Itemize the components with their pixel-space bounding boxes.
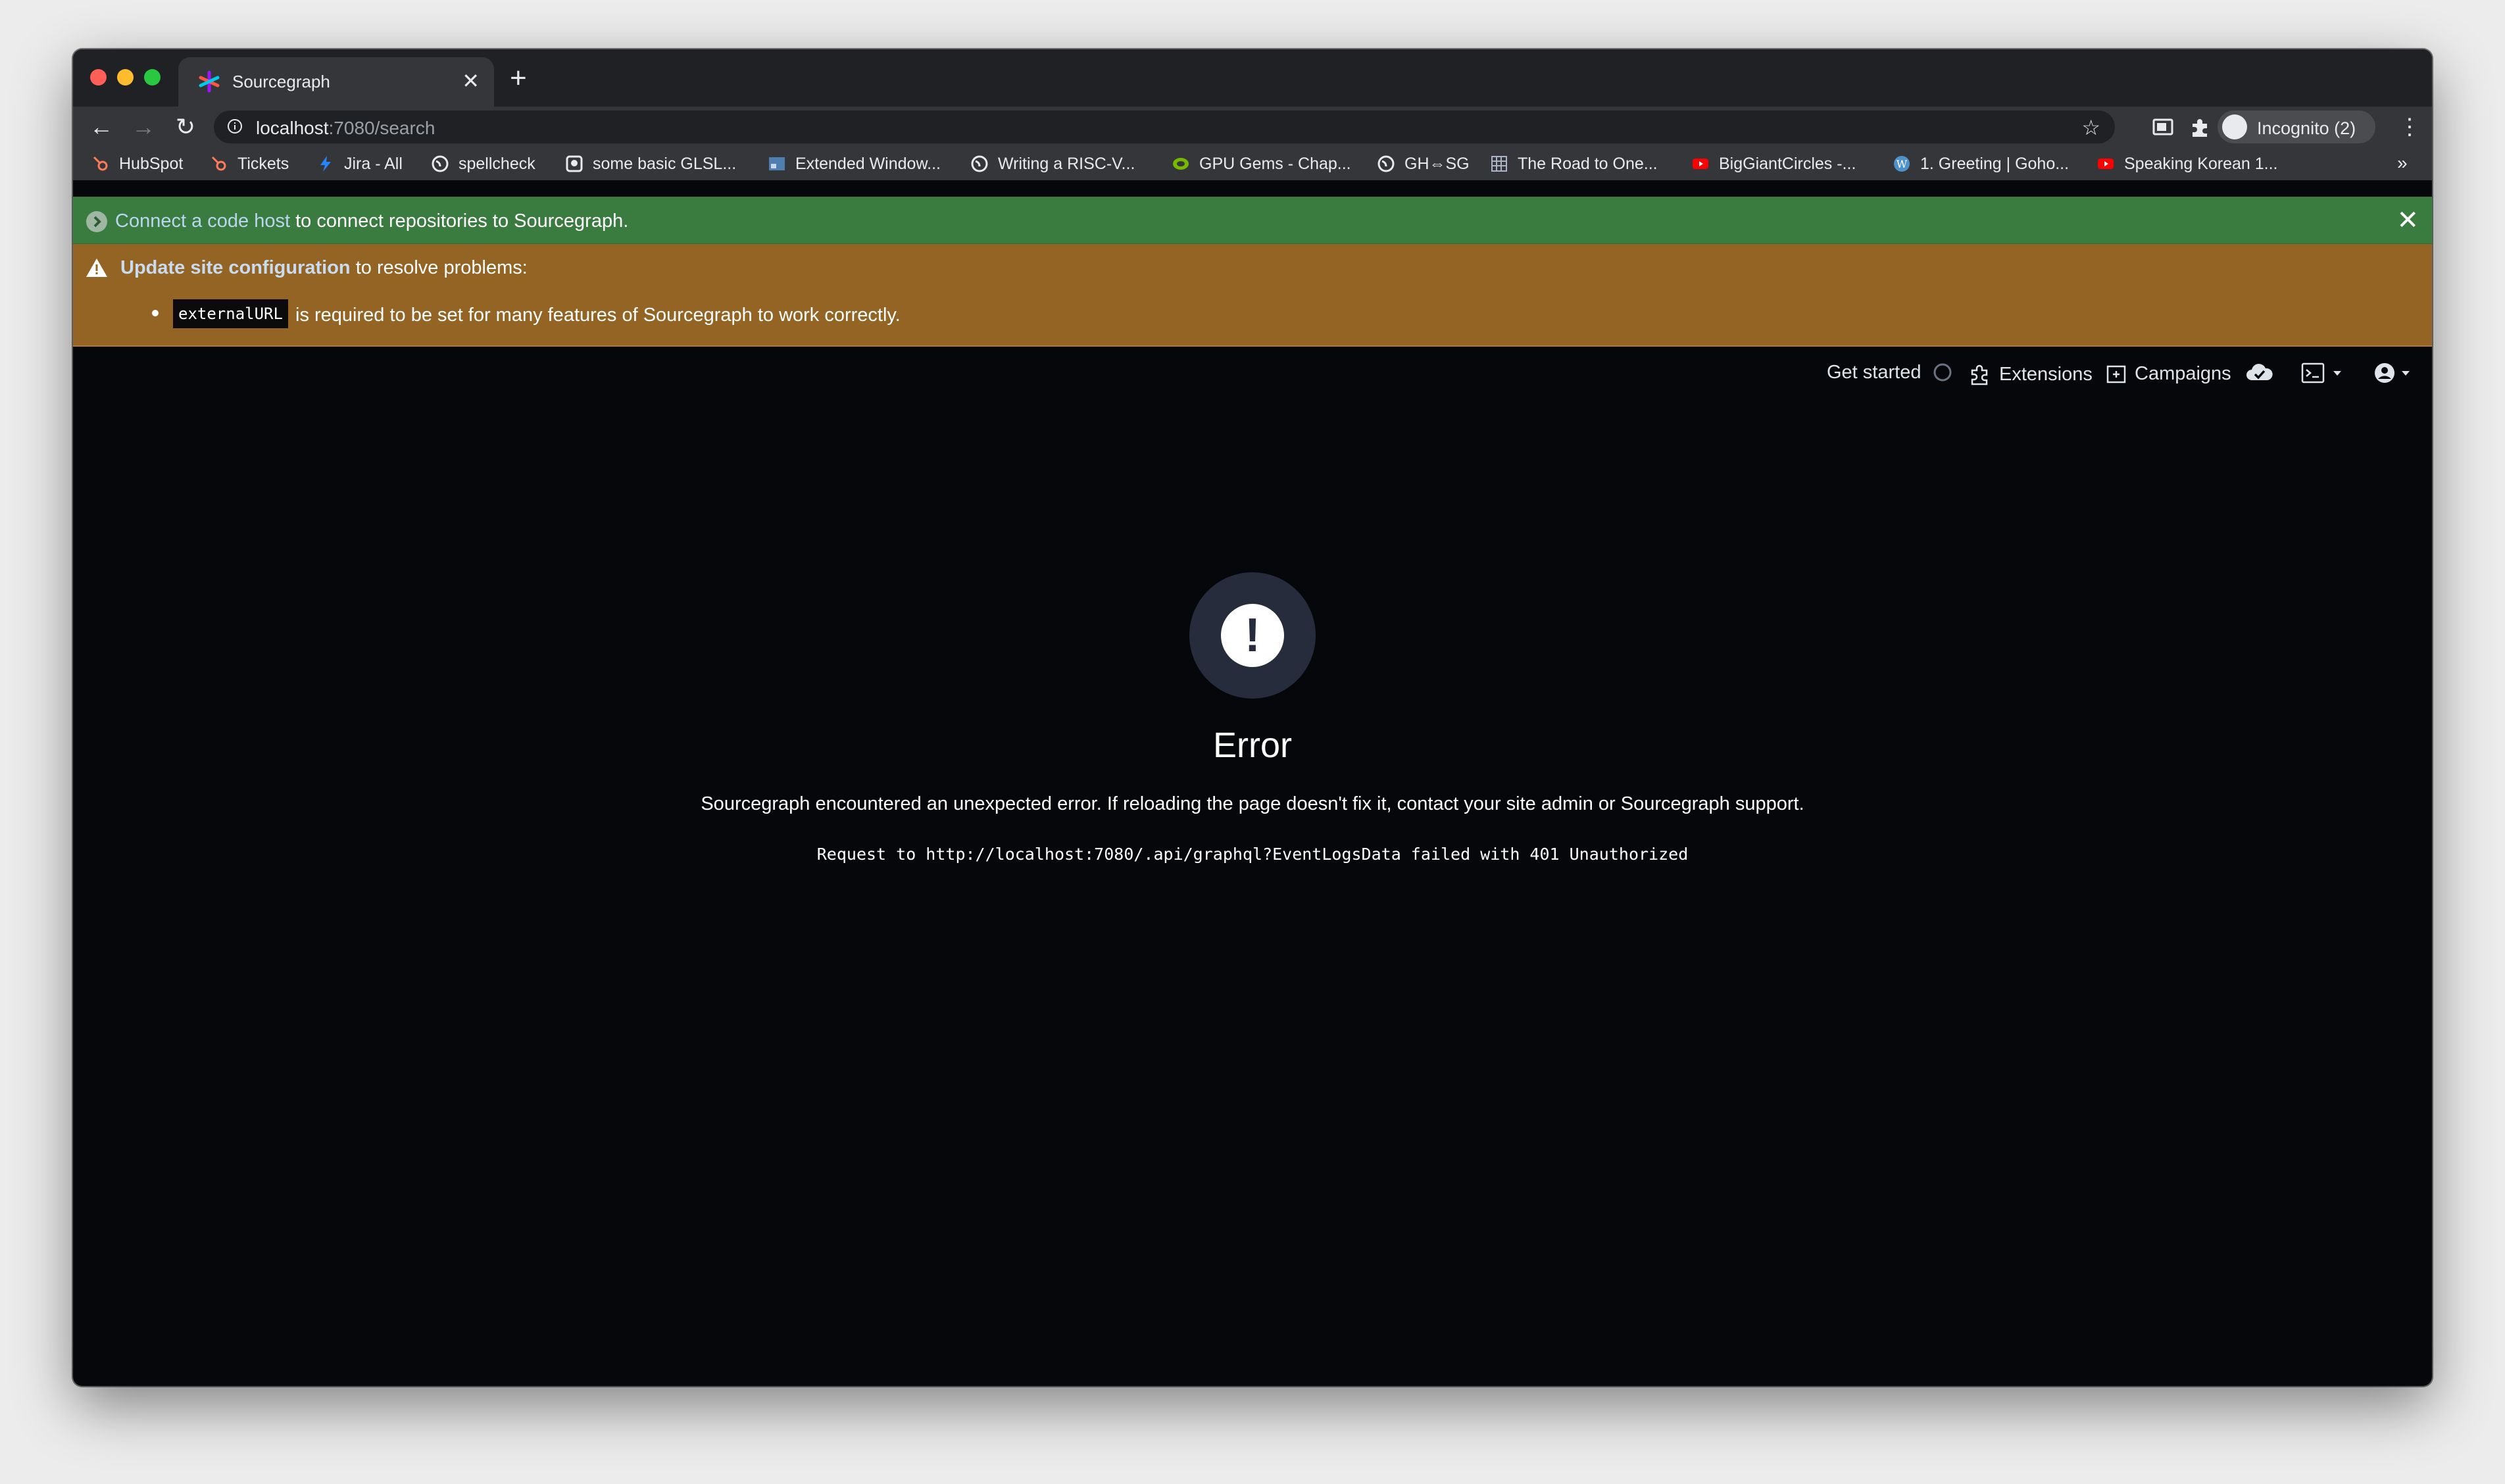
- image-icon: [769, 157, 785, 170]
- forward-arrow-icon[interactable]: →: [128, 112, 159, 142]
- bookmark-star-icon[interactable]: ☆: [2081, 115, 2100, 140]
- bookmark-item[interactable]: spellcheck: [431, 153, 535, 175]
- bookmark-item[interactable]: BigGiantCircles -...: [1691, 153, 1856, 175]
- close-icon[interactable]: ✕: [2396, 206, 2419, 235]
- grid-icon: [1491, 156, 1507, 172]
- update-site-configuration-link[interactable]: Update site configuration: [120, 257, 351, 278]
- hubspot-icon: [211, 156, 226, 171]
- browser-menu-icon[interactable]: ⋮: [2398, 112, 2421, 142]
- error-badge: !: [1189, 572, 1316, 699]
- browser-toolbar: ← → ↻ localhost:7080/search ☆ Incognito …: [73, 107, 2432, 147]
- bookmark-item[interactable]: W 1. Greeting | Goho...: [1893, 153, 2069, 175]
- connect-code-host-link[interactable]: Connect a code host: [115, 210, 290, 232]
- youtube-icon: [1693, 159, 1708, 169]
- jira-icon: [320, 156, 331, 172]
- bookmark-item[interactable]: Extended Window...: [768, 153, 941, 175]
- tab-title: Sourcegraph: [232, 72, 330, 91]
- extensions-puzzle-icon[interactable]: [2187, 114, 2212, 139]
- incognito-profile-button[interactable]: Incognito (2): [2218, 111, 2375, 143]
- tab-sourcegraph[interactable]: Sourcegraph ✕: [178, 57, 494, 107]
- exclamation-icon: !: [1221, 604, 1284, 667]
- back-arrow-icon[interactable]: ←: [86, 112, 116, 142]
- error-detail: Request to http://localhost:7080/.api/gr…: [816, 845, 1689, 864]
- reader-mode-icon[interactable]: [2150, 114, 2175, 139]
- campaigns-icon: [2106, 365, 2126, 383]
- bookmark-item[interactable]: GH⇔SG: [1377, 153, 1470, 175]
- incognito-label: Incognito (2): [2257, 118, 2356, 138]
- globe-icon: [971, 155, 988, 172]
- error-title: Error: [1213, 726, 1292, 765]
- external-url-code: externalURL: [173, 299, 288, 328]
- url-text: localhost:7080/search: [256, 118, 435, 138]
- puzzle-icon: [1971, 364, 1988, 385]
- config-problem-text: is required to be set for many features …: [295, 305, 901, 326]
- user-account-icon[interactable]: [2373, 361, 2421, 385]
- campaigns-link[interactable]: Campaigns: [2104, 362, 2231, 385]
- progress-circle-icon: [1933, 363, 1952, 382]
- bookmark-item[interactable]: Speaking Korean 1...: [2096, 153, 2278, 175]
- chevron-right-icon: [86, 211, 107, 232]
- globe-icon: [1377, 155, 1395, 172]
- sourcegraph-icon: [199, 70, 220, 93]
- address-bar[interactable]: localhost:7080/search ☆: [214, 111, 2115, 143]
- bookmarks-overflow-button[interactable]: »: [2397, 153, 2408, 174]
- reload-icon[interactable]: ↻: [170, 112, 201, 142]
- minimize-window-button[interactable]: [117, 69, 134, 86]
- globe-icon: [432, 155, 449, 172]
- bookmark-item[interactable]: The Road to One...: [1490, 153, 1658, 175]
- bookmarks-bar: HubSpot Tickets Jira - All spellcheck so…: [73, 147, 2432, 180]
- get-started-link[interactable]: Get started: [1827, 362, 1921, 383]
- youtube-icon: [2098, 159, 2114, 169]
- list-bullet: [152, 310, 159, 316]
- info-icon: [228, 119, 242, 134]
- close-icon[interactable]: ✕: [462, 68, 480, 94]
- config-alert-message: Update site configuration to resolve pro…: [120, 257, 528, 278]
- bookmark-item[interactable]: HubSpot: [91, 153, 183, 175]
- cloud-check-icon[interactable]: [2245, 360, 2274, 384]
- site-config-alert: Update site configuration to resolve pro…: [73, 244, 2432, 347]
- bookmark-item[interactable]: GPU Gems - Chap...: [1172, 153, 1351, 175]
- connect-alert-message: Connect a code host to connect repositor…: [115, 210, 629, 232]
- close-window-button[interactable]: [90, 69, 107, 86]
- error-description: Sourcegraph encountered an unexpected er…: [701, 793, 1804, 814]
- extensions-link[interactable]: Extensions: [1968, 362, 2093, 387]
- incognito-icon: [2222, 114, 2247, 139]
- bookmark-item[interactable]: Writing a RISC-V...: [970, 153, 1135, 175]
- svg-text:W: W: [1897, 158, 1908, 170]
- app-navbar: Get started Extensions Campaigns: [73, 345, 2432, 398]
- bookmark-item[interactable]: some basic GLSL...: [565, 153, 736, 175]
- wordpress-icon: W: [1894, 156, 1910, 172]
- nvidia-icon: [1173, 158, 1189, 170]
- bookmark-item[interactable]: Tickets: [210, 153, 289, 175]
- github-icon: [566, 155, 583, 172]
- new-tab-button[interactable]: +: [510, 64, 527, 93]
- connect-code-host-alert: Connect a code host to connect repositor…: [73, 197, 2432, 245]
- hubspot-icon: [93, 156, 108, 171]
- browser-window: Sourcegraph ✕ + ← → ↻ localhost:7080/sea…: [73, 49, 2432, 1386]
- bookmark-item[interactable]: Jira - All: [316, 153, 403, 175]
- maximize-window-button[interactable]: [144, 69, 161, 86]
- terminal-icon[interactable]: [2300, 361, 2349, 385]
- tab-strip: Sourcegraph ✕ +: [73, 49, 2432, 107]
- warning-icon: [86, 259, 107, 277]
